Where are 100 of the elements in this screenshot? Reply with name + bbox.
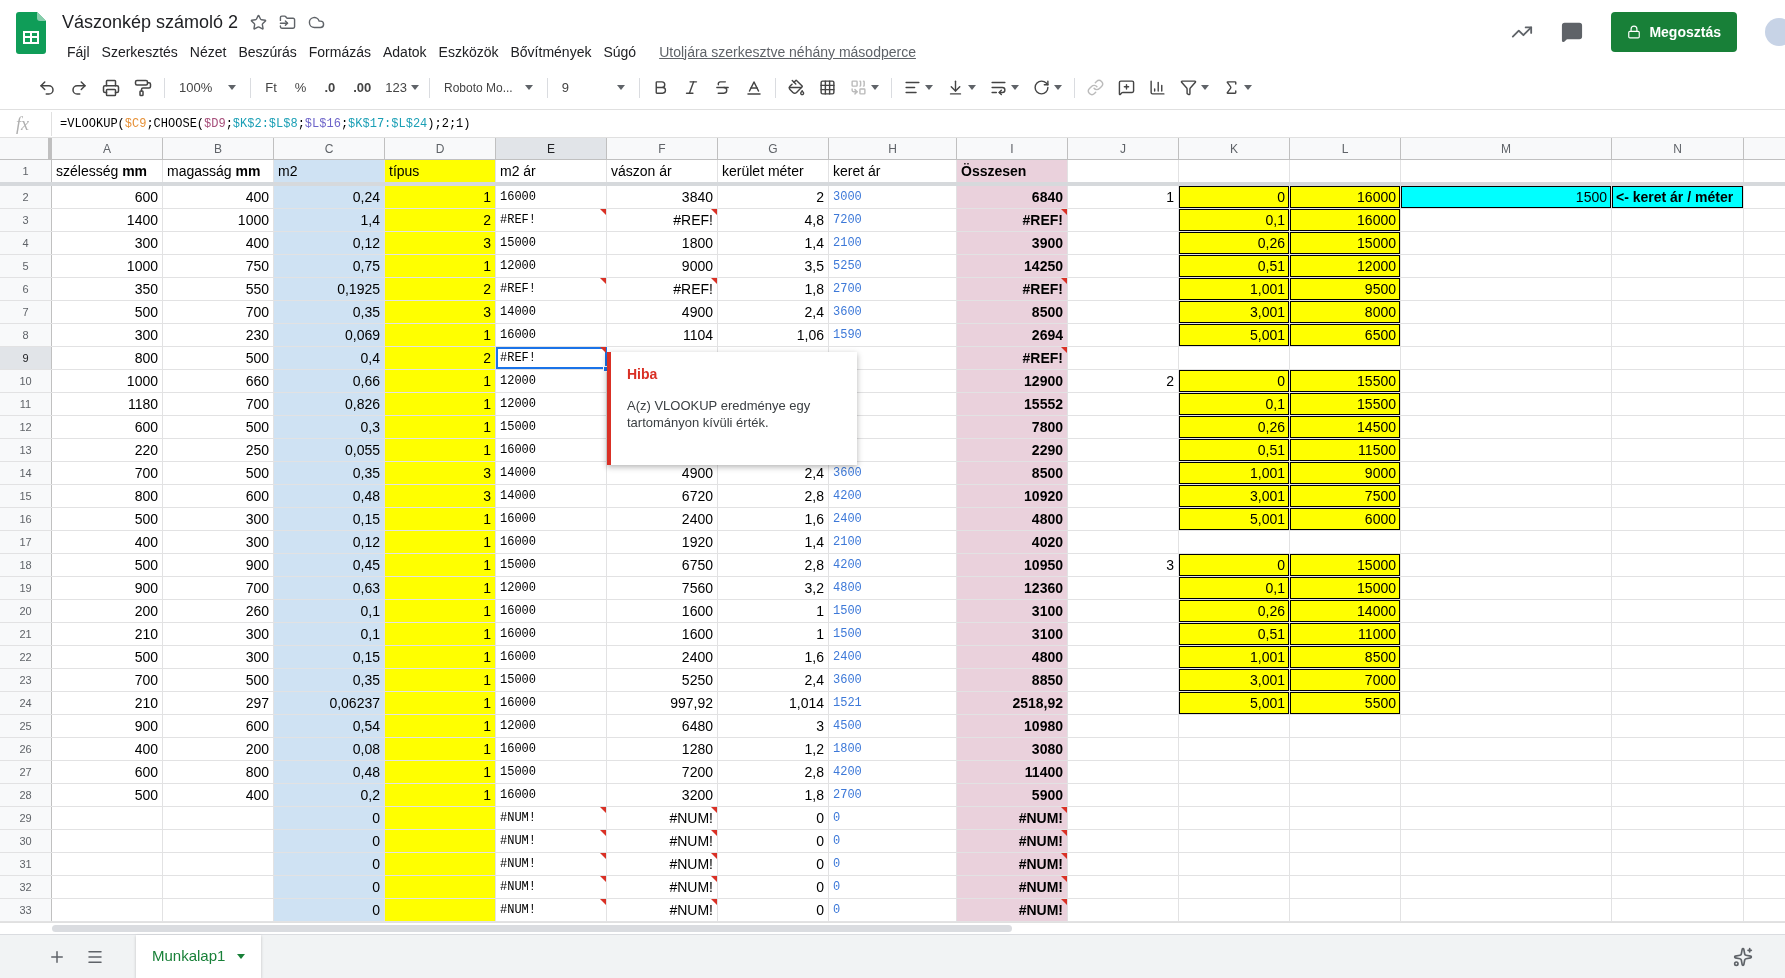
folder-icon[interactable]: [279, 13, 297, 31]
table-cell: 1600: [607, 600, 718, 622]
explore-icon[interactable]: [1733, 946, 1753, 967]
table-cell: 16000: [496, 623, 607, 645]
decrease-decimals-button[interactable]: .0: [316, 73, 344, 102]
menu-item[interactable]: Súgó: [598, 41, 642, 63]
table-cell: 1,8: [718, 278, 829, 300]
table-cell: 1: [385, 554, 496, 576]
row-header[interactable]: 31: [0, 853, 52, 875]
row-header[interactable]: 14: [0, 462, 52, 484]
paint-bucket-icon: [787, 79, 805, 96]
row-header[interactable]: 16: [0, 508, 52, 530]
caret-icon: [1010, 85, 1019, 90]
column-header[interactable]: N: [1612, 138, 1744, 159]
row-header[interactable]: 4: [0, 232, 52, 254]
row-header[interactable]: 18: [0, 554, 52, 576]
comment-icon[interactable]: [1561, 21, 1584, 43]
table-cell: 5,001: [1179, 692, 1290, 714]
table-cell: #NUM!: [496, 876, 607, 898]
row-header[interactable]: 3: [0, 209, 52, 231]
row-header[interactable]: 23: [0, 669, 52, 691]
column-header[interactable]: E: [496, 138, 607, 159]
column-header[interactable]: I: [957, 138, 1068, 159]
row-header[interactable]: 22: [0, 646, 52, 668]
row-header[interactable]: 26: [0, 738, 52, 760]
table-cell: 16000: [496, 531, 607, 553]
row-header[interactable]: 11: [0, 393, 52, 415]
font-size-dropdown[interactable]: 9: [553, 73, 633, 102]
row-header[interactable]: 21: [0, 623, 52, 645]
row-header[interactable]: 10: [0, 370, 52, 392]
formula-field[interactable]: =VLOOKUP($C9;CHOOSE($D9;$K$2:$L$8;$L$16;$K$17:$L$24);2;1): [52, 114, 471, 133]
menu-item[interactable]: Fájl: [62, 41, 95, 63]
row-header[interactable]: 7: [0, 301, 52, 323]
currency-button[interactable]: Ft: [257, 73, 285, 102]
table-cell: 3: [718, 715, 829, 737]
column-header[interactable]: M: [1401, 138, 1612, 159]
menu-item[interactable]: Formázás: [303, 41, 376, 63]
column-header[interactable]: H: [829, 138, 957, 159]
zoom-dropdown[interactable]: 100%: [171, 73, 245, 102]
row-header[interactable]: 13: [0, 439, 52, 461]
link-icon: [1086, 79, 1104, 96]
column-header[interactable]: B: [163, 138, 274, 159]
column-header[interactable]: F: [607, 138, 718, 159]
document-title[interactable]: Vászonkép számoló 2: [62, 8, 239, 36]
row-header[interactable]: 8: [0, 324, 52, 346]
font-dropdown[interactable]: Roboto Mo...: [436, 73, 541, 102]
spreadsheet-logo[interactable]: [16, 12, 46, 54]
column-header[interactable]: J: [1068, 138, 1179, 159]
table-cell: 2,4: [718, 669, 829, 691]
menu-item[interactable]: Adatok: [378, 41, 432, 63]
row-header[interactable]: 1: [0, 160, 52, 182]
row-header[interactable]: 27: [0, 761, 52, 783]
row-header[interactable]: 20: [0, 600, 52, 622]
table-cell: 1: [718, 600, 829, 622]
row-header[interactable]: 19: [0, 577, 52, 599]
column-header[interactable]: K: [1179, 138, 1290, 159]
table-cell: 1: [385, 508, 496, 530]
table-cell: 220: [52, 439, 163, 461]
row-header[interactable]: 12: [0, 416, 52, 438]
percent-button[interactable]: %: [286, 73, 315, 102]
table-cell: 1: [385, 324, 496, 346]
menu-item[interactable]: Nézet: [184, 41, 232, 63]
row-header[interactable]: 30: [0, 830, 52, 852]
row-header[interactable]: 28: [0, 784, 52, 806]
table-cell: 6000: [1290, 508, 1401, 530]
increase-decimals-button[interactable]: .00: [345, 73, 380, 102]
row-header[interactable]: 33: [0, 899, 52, 921]
column-header[interactable]: A: [52, 138, 163, 159]
last-edit-link[interactable]: Utoljára szerkesztve néhány másodperce: [659, 41, 916, 63]
menu-item[interactable]: Szerkesztés: [96, 41, 183, 63]
row-header[interactable]: 25: [0, 715, 52, 737]
table-cell: 1104: [607, 324, 718, 346]
table-cell: 1920: [607, 531, 718, 553]
horizontal-scrollbar[interactable]: [52, 925, 1012, 932]
row-header[interactable]: 17: [0, 531, 52, 553]
table-cell: #NUM!: [496, 807, 607, 829]
menu-item[interactable]: Bővítmények: [505, 41, 597, 63]
row-header[interactable]: 32: [0, 876, 52, 898]
table-cell: 1: [385, 439, 496, 461]
column-header[interactable]: G: [718, 138, 829, 159]
column-header[interactable]: C: [274, 138, 385, 159]
table-cell: 14000: [1290, 600, 1401, 622]
star-icon[interactable]: [250, 13, 268, 31]
row-header[interactable]: 24: [0, 692, 52, 714]
column-header[interactable]: L: [1290, 138, 1401, 159]
row-header[interactable]: 15: [0, 485, 52, 507]
table-cell: 15500: [1290, 393, 1401, 415]
table-cell: 1: [385, 784, 496, 806]
share-button[interactable]: Megosztás: [1611, 12, 1737, 52]
row-header[interactable]: 9: [0, 347, 52, 369]
row-header[interactable]: 29: [0, 807, 52, 829]
table-cell: 1,06: [718, 324, 829, 346]
menu-item[interactable]: Beszúrás: [233, 41, 302, 63]
row-header[interactable]: 2: [0, 186, 52, 208]
sheet-tab[interactable]: Munkalap1: [136, 935, 262, 978]
table-cell: 7500: [1290, 485, 1401, 507]
row-header[interactable]: 6: [0, 278, 52, 300]
number-format-dropdown[interactable]: 123: [381, 73, 423, 102]
menu-item[interactable]: Eszközök: [433, 41, 504, 63]
row-header[interactable]: 5: [0, 255, 52, 277]
